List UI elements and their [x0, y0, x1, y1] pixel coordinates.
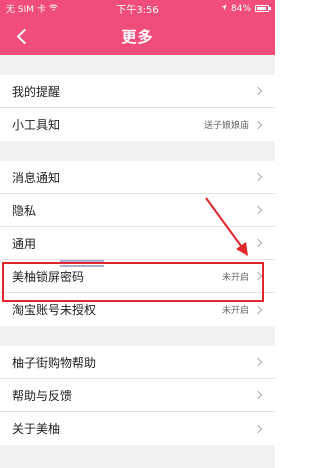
chevron-right-icon [253, 172, 263, 182]
row-lock-screen-password[interactable]: 美柚锁屏密码 未开启 [0, 260, 275, 293]
battery-percent: 84% [230, 3, 251, 14]
row-label: 隐私 [12, 203, 37, 218]
row-value: 未开启 [221, 306, 249, 316]
page-title: 更多 [121, 27, 154, 46]
row-general[interactable]: 通用 [0, 227, 275, 260]
row-privacy[interactable]: 隐私 [0, 194, 275, 227]
battery-icon [255, 5, 271, 12]
chevron-right-icon [253, 238, 263, 248]
row-about[interactable]: 关于美柚 [0, 412, 275, 445]
row-label: 我的提醒 [12, 84, 61, 99]
row-tools[interactable]: 小工具知 送子娘娘庙 [0, 108, 275, 141]
row-label: 通用 [12, 236, 37, 251]
row-label: 柚子街购物帮助 [12, 355, 97, 370]
chevron-right-icon [253, 390, 263, 400]
row-value: 未开启 [221, 272, 249, 283]
settings-group-2: 消息通知 隐私 通用 美柚锁屏密码 未开启 淘宝账号未授权 未开启 [0, 161, 275, 326]
chevron-right-icon [253, 205, 263, 215]
row-my-reminders[interactable]: 我的提醒 [0, 75, 275, 108]
chevron-right-icon [253, 86, 263, 96]
status-bar: 无 SIM 卡 下午3:56 84% [0, 0, 275, 17]
row-label: 小工具知 [12, 118, 61, 132]
settings-group-3: 柚子街购物帮助 帮助与反馈 关于美柚 [0, 346, 275, 445]
row-label: 消息通知 [12, 170, 61, 185]
row-taobao-account[interactable]: 淘宝账号未授权 未开启 [0, 293, 275, 326]
status-time: 下午3:56 [116, 5, 159, 16]
row-notifications[interactable]: 消息通知 [0, 161, 275, 194]
row-label: 帮助与反馈 [12, 388, 73, 403]
settings-list: 我的提醒 小工具知 送子娘娘庙 消息通知 隐私 通用 美柚锁屏密码 未开启 淘宝 [0, 55, 275, 468]
settings-group-1: 我的提醒 小工具知 送子娘娘庙 [0, 75, 275, 141]
row-label: 关于美柚 [12, 422, 61, 436]
location-icon [221, 4, 227, 14]
chevron-right-icon [253, 305, 263, 314]
navigation-bar: 更多 [0, 17, 275, 55]
chevron-right-icon [253, 120, 263, 129]
row-value: 送子娘娘庙 [203, 121, 249, 131]
row-help-feedback[interactable]: 帮助与反馈 [0, 379, 275, 412]
row-label: 美柚锁屏密码 [12, 269, 85, 284]
chevron-right-icon [253, 271, 263, 281]
chevron-left-icon [16, 28, 32, 44]
back-button[interactable] [8, 20, 36, 52]
chevron-right-icon [253, 424, 263, 433]
wifi-icon [49, 4, 58, 14]
chevron-right-icon [253, 357, 263, 367]
carrier-label: 无 SIM 卡 [6, 5, 46, 15]
row-label: 淘宝账号未授权 [12, 303, 97, 317]
row-shopping-help[interactable]: 柚子街购物帮助 [0, 346, 275, 379]
